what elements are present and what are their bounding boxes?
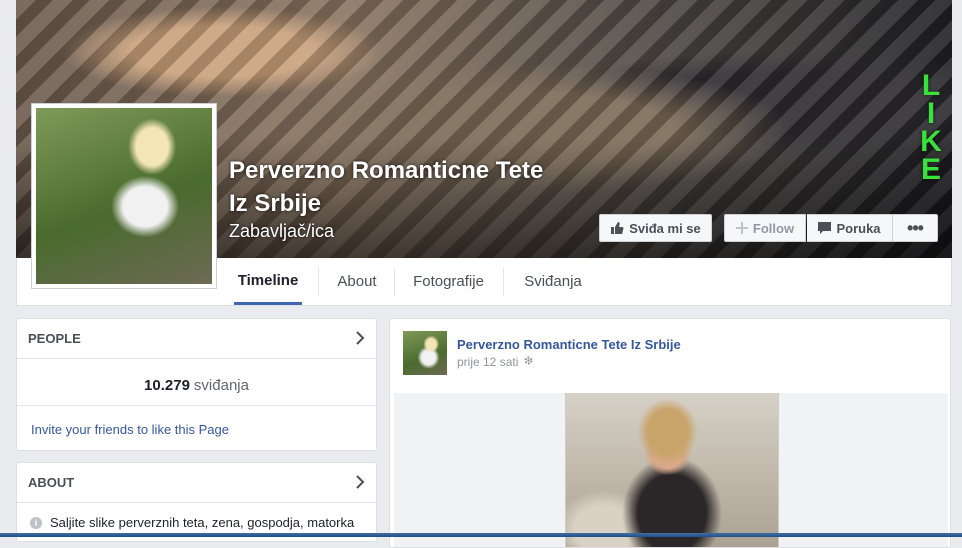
info-icon: i (30, 516, 42, 529)
about-description: i Saljite slike perverznih teta, zena, g… (30, 515, 354, 530)
tab-about[interactable]: About (319, 258, 395, 305)
like-page-button[interactable]: Sviđa mi se (599, 214, 712, 242)
profile-picture-image (36, 108, 212, 284)
people-card: PEOPLE 10.279 sviđanja Invite your friend… (16, 318, 377, 451)
tab-likes[interactable]: Sviđanja (503, 258, 603, 305)
cover-letter: L (921, 69, 941, 102)
about-card: ABOUT i Saljite slike perverznih teta, z… (16, 462, 377, 542)
about-title: ABOUT (28, 475, 75, 490)
likes-count: 10.279 (144, 377, 190, 394)
cover-letter: I (926, 97, 936, 130)
page-category[interactable]: Zabavljač/ica (229, 221, 334, 242)
more-dots-icon: ••• (907, 217, 924, 238)
os-taskbar (0, 533, 962, 537)
invite-friends-link[interactable]: Invite your friends to like this Page (31, 422, 229, 437)
people-header[interactable]: PEOPLE (17, 319, 376, 359)
profile-picture[interactable] (31, 103, 217, 289)
likes-summary: 10.279 sviđanja (17, 377, 376, 394)
chevron-right-icon[interactable] (355, 475, 365, 492)
message-icon (818, 222, 832, 234)
post-time-text[interactable]: prije 12 sati (457, 355, 518, 369)
tab-photos[interactable]: Fotografije (394, 258, 503, 305)
message-label: Poruka (836, 220, 881, 236)
likes-label: sviđanja (193, 377, 249, 394)
more-options-button[interactable]: ••• (893, 214, 938, 242)
follow-label: Follow (752, 220, 795, 236)
page-title[interactable]: Perverzno Romanticne Tete Iz Srbije (229, 154, 609, 220)
post-timestamp: prije 12 sati (457, 355, 534, 369)
divider (17, 405, 376, 406)
post-photo[interactable] (565, 393, 779, 547)
message-button[interactable]: Poruka (807, 214, 893, 242)
plus-icon (735, 222, 748, 234)
post-author-link[interactable]: Perverzno Romanticne Tete Iz Srbije (457, 337, 681, 352)
cover-letter: E (920, 153, 941, 186)
cover-like-text: L I K E (918, 69, 944, 186)
about-header[interactable]: ABOUT (17, 463, 376, 503)
post-avatar[interactable] (403, 331, 447, 375)
timeline-post: Perverzno Romanticne Tete Iz Srbije prij… (389, 318, 951, 548)
about-text: Saljite slike perverznih teta, zena, gos… (50, 515, 355, 530)
people-title: PEOPLE (28, 331, 81, 346)
thumbs-up-icon (610, 221, 624, 235)
cover-letter: K (920, 125, 942, 158)
tab-timeline[interactable]: Timeline (234, 258, 302, 305)
gear-icon (523, 355, 534, 369)
post-media (394, 393, 948, 547)
page-title-line: Iz Srbije (229, 190, 322, 217)
page-title-line: Perverzno Romanticne Tete (229, 157, 544, 184)
follow-button[interactable]: Follow (724, 214, 806, 242)
like-page-label: Sviđa mi se (629, 220, 701, 236)
chevron-right-icon[interactable] (355, 331, 365, 348)
